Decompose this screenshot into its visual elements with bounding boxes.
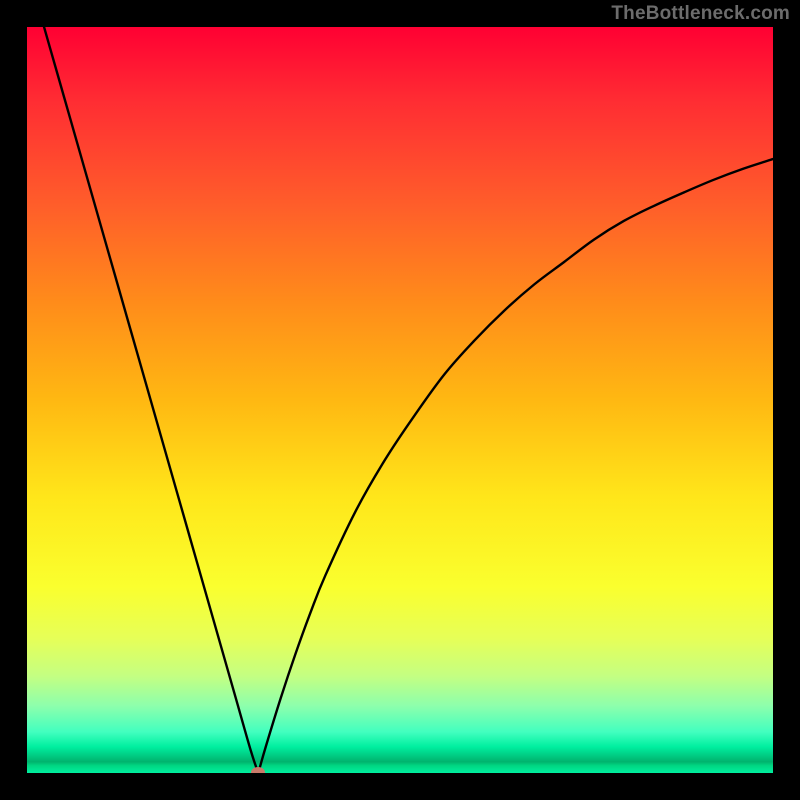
plot-area [27, 27, 773, 773]
attribution-label: TheBottleneck.com [611, 3, 790, 25]
optimal-point-marker [251, 767, 265, 773]
curve-layer [27, 27, 773, 773]
chart-frame: TheBottleneck.com [0, 0, 800, 800]
bottleneck-curve [27, 27, 773, 773]
